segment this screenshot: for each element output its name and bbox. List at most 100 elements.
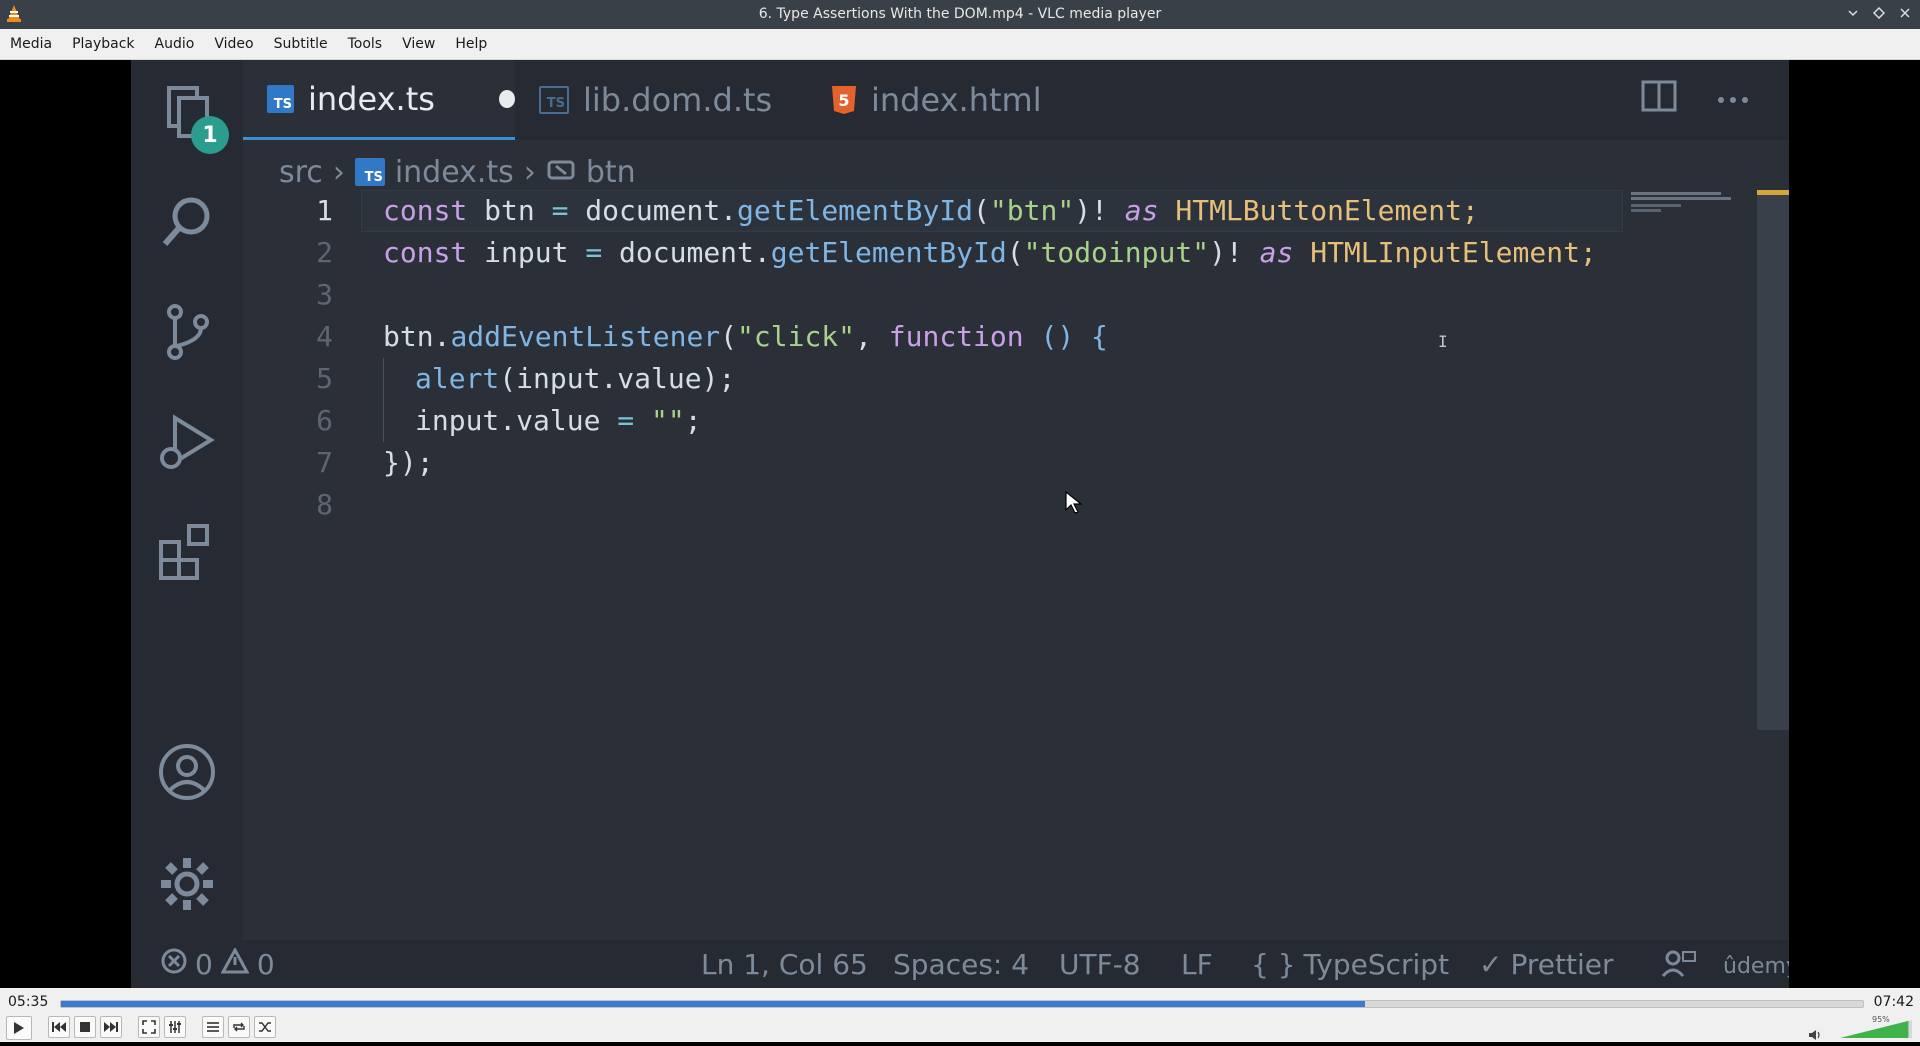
line-number: 3 — [316, 278, 333, 311]
minimap — [1631, 190, 1741, 220]
scrollbar-cursor-marker — [1757, 190, 1789, 195]
volume-percent: 95% — [1872, 1015, 1890, 1024]
shuffle-button[interactable] — [254, 1016, 276, 1038]
line-number: 1 — [316, 194, 333, 227]
extended-settings-button[interactable] — [164, 1016, 186, 1038]
fullscreen-button[interactable] — [138, 1016, 160, 1038]
indentation: Spaces: 4 — [893, 948, 1030, 981]
equalizer-icon — [169, 1021, 181, 1033]
playlist-icon — [207, 1022, 219, 1032]
stop-button[interactable] — [74, 1016, 96, 1038]
breadcrumb: src › TS index.ts › btn — [279, 148, 636, 196]
speaker-icon[interactable] — [1808, 1026, 1822, 1045]
typescript-file-icon: TS — [539, 86, 569, 114]
code-text: const input = document.getElementById("t… — [383, 236, 1597, 269]
tab-index-ts: TS index.ts — [243, 60, 515, 140]
loop-button[interactable] — [228, 1016, 250, 1038]
menu-playback[interactable]: Playback — [62, 36, 144, 52]
breadcrumb-file: index.ts — [394, 154, 514, 190]
play-icon — [14, 1022, 24, 1034]
error-count: 0 — [195, 948, 213, 981]
end-of-line: LF — [1181, 948, 1213, 981]
code-line: 7 }); — [243, 442, 1623, 484]
menu-audio[interactable]: Audio — [145, 36, 205, 52]
check-icon: ✓ — [1479, 948, 1503, 981]
typescript-file-icon: TS — [354, 158, 385, 186]
seek-bar[interactable] — [60, 1000, 1864, 1008]
loop-icon — [233, 1022, 245, 1032]
code-text: const btn = document.getElementById("btn… — [383, 194, 1479, 227]
feedback-icon — [1661, 948, 1697, 980]
tab-lib-dom: TS lib.dom.d.ts — [539, 60, 772, 140]
video-frame: 1 TS index.ts TS lib.dom.d.ts 5 index.ht… — [131, 60, 1789, 988]
tab-label: index.html — [871, 81, 1042, 119]
menu-view[interactable]: View — [392, 36, 445, 52]
minimize-icon[interactable] — [1844, 4, 1862, 22]
line-number: 8 — [316, 488, 333, 521]
line-number: 4 — [316, 320, 333, 353]
line-number: 5 — [316, 362, 333, 395]
warning-icon — [220, 946, 250, 981]
video-area[interactable]: 1 TS index.ts TS lib.dom.d.ts 5 index.ht… — [0, 60, 1920, 988]
menu-tools[interactable]: Tools — [338, 36, 393, 52]
previous-button[interactable] — [48, 1016, 70, 1038]
code-text: input.value = ""; — [415, 404, 702, 437]
split-editor-icon — [1641, 80, 1677, 116]
account-icon — [155, 740, 219, 804]
previous-icon — [52, 1022, 66, 1032]
code-text: alert(input.value); — [415, 362, 736, 395]
activity-bar: 1 — [131, 60, 243, 940]
breadcrumb-folder: src — [279, 154, 323, 190]
indent-guide — [383, 400, 384, 442]
code-line: 8 — [243, 484, 1623, 526]
menu-subtitle[interactable]: Subtitle — [264, 36, 338, 52]
breadcrumb-symbol: btn — [585, 154, 636, 190]
menu-bar: Media Playback Audio Video Subtitle Tool… — [0, 29, 1920, 60]
code-text: }); — [383, 446, 434, 479]
cursor-position: Ln 1, Col 65 — [701, 948, 868, 981]
braces-icon: { } — [1251, 948, 1296, 981]
problems-indicator: 0 0 — [161, 946, 275, 981]
code-line: 6 input.value = ""; — [243, 400, 1623, 442]
code-line: 1 const btn = document.getElementById("b… — [243, 190, 1623, 232]
play-button[interactable] — [6, 1016, 32, 1040]
menu-video[interactable]: Video — [204, 36, 263, 52]
svg-text:5: 5 — [838, 91, 849, 110]
explorer-badge: 1 — [191, 116, 229, 154]
shuffle-icon — [259, 1022, 271, 1032]
scrollbar — [1757, 190, 1789, 730]
window-title: 6. Type Assertions With the DOM.mp4 - VL… — [758, 6, 1162, 22]
code-line: 4 btn.addEventListener("click", function… — [243, 316, 1623, 358]
variable-symbol-icon — [546, 155, 576, 190]
seek-bar-progress — [61, 1001, 1365, 1007]
fullscreen-icon — [142, 1020, 156, 1034]
line-number: 6 — [316, 404, 333, 437]
gear-icon — [155, 852, 219, 916]
extensions-icon — [155, 520, 219, 584]
run-debug-icon — [155, 410, 219, 474]
code-line: 2 const input = document.getElementById(… — [243, 232, 1623, 274]
maximize-icon[interactable] — [1870, 4, 1888, 22]
stop-icon — [80, 1022, 90, 1032]
warning-count: 0 — [256, 948, 275, 981]
tab-index-html: 5 index.html — [831, 60, 1042, 140]
code-line: 5 alert(input.value); — [243, 358, 1623, 400]
code-text: btn.addEventListener("click", function (… — [383, 320, 1108, 353]
next-button[interactable] — [100, 1016, 122, 1038]
total-time: 07:42 — [1873, 994, 1914, 1010]
udemy-watermark: ûdemy — [1723, 954, 1789, 979]
chevron-right-icon: › — [332, 154, 345, 190]
indent-guide — [383, 358, 384, 400]
player-controls: 05:35 07:42 95% — [0, 988, 1920, 1042]
editor-tabs: TS index.ts TS lib.dom.d.ts 5 index.html — [243, 60, 1789, 140]
more-actions-icon — [1717, 89, 1749, 108]
playlist-button[interactable] — [202, 1016, 224, 1038]
menu-media[interactable]: Media — [0, 36, 62, 52]
volume-slider[interactable]: 95% — [1822, 1014, 1912, 1042]
prettier-status: ✓ Prettier — [1479, 948, 1614, 981]
menu-help[interactable]: Help — [445, 36, 497, 52]
close-icon[interactable] — [1896, 4, 1914, 22]
language-mode: { } TypeScript — [1251, 948, 1450, 981]
unsaved-dot-icon — [498, 89, 515, 108]
elapsed-time: 05:35 — [8, 994, 49, 1010]
